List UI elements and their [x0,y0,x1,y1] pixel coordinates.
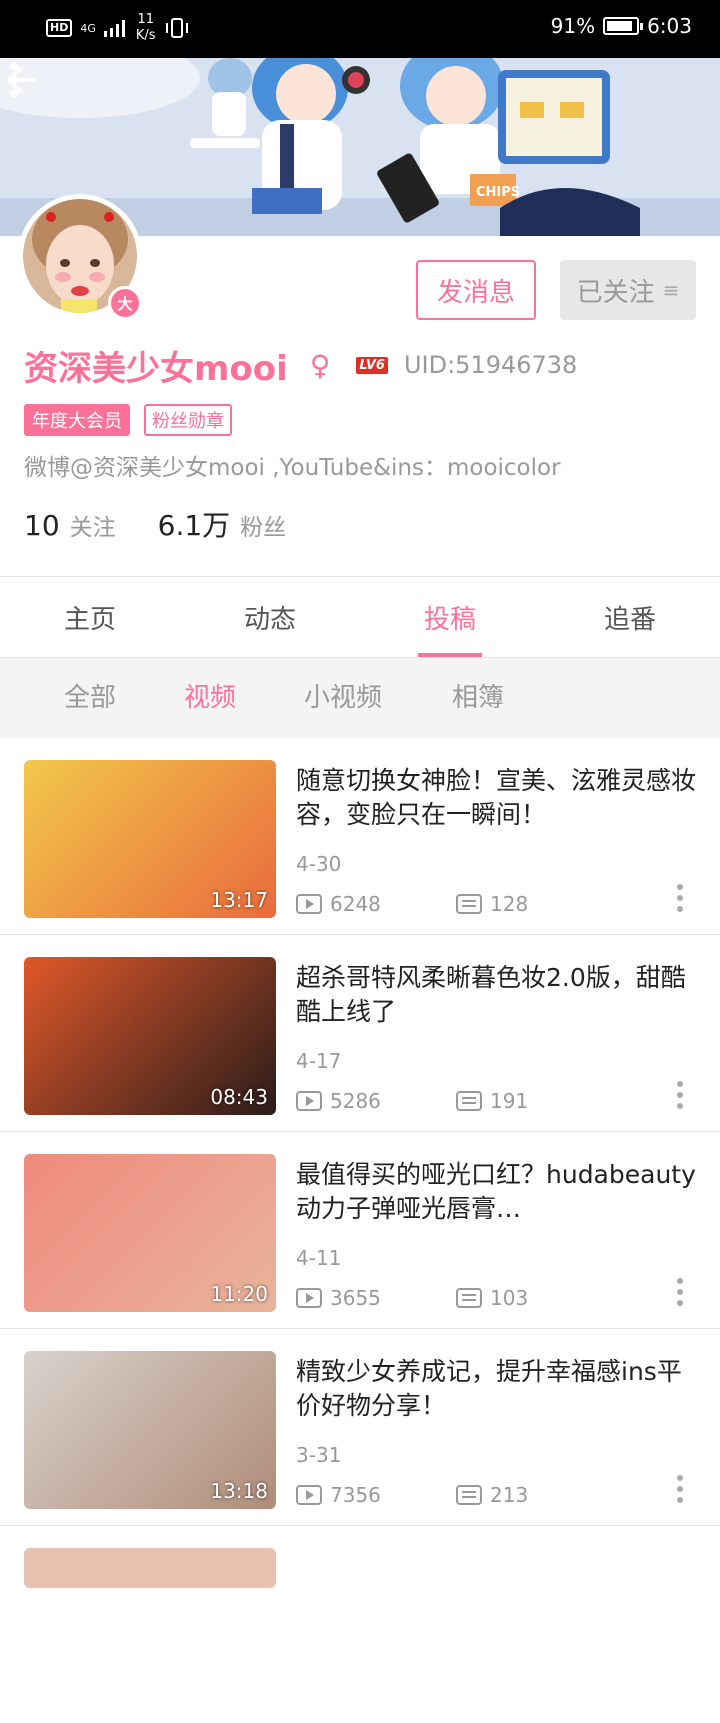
user-id: UID:51946738 [403,351,578,379]
subtab-short-videos[interactable]: 小视频 [304,658,382,738]
network-type: 4G [80,21,96,35]
play-icon [296,1485,322,1505]
tab-dynamics[interactable]: 动态 [180,577,360,657]
network-speed: 11 K/s [135,12,156,43]
video-title[interactable]: 精致少女养成记，提升幸福感ins平价好物分享！ [296,1355,696,1423]
play-icon [296,894,322,914]
vip-badge: 大 [108,286,142,320]
view-count: 7356 [296,1483,381,1507]
comment-icon [456,894,482,914]
comment-count: 128 [456,892,528,916]
comment-icon [456,1288,482,1308]
annual-vip-tag[interactable]: 年度大会员 [24,404,130,436]
level-badge: LV6 [356,356,388,374]
battery-percent: 91% [550,14,596,38]
video-date: 4-17 [296,1049,342,1073]
svg-text:CHIPS: CHIPS [476,185,520,200]
hd-badge: HD [46,19,73,37]
video-title[interactable]: 最值得买的哑光口红？hudabeauty动力子弹哑光唇膏… [296,1158,696,1226]
video-date: 4-11 [296,1246,342,1270]
list-item[interactable]: 08:43 超杀哥特风柔晰暮色妆2.0版，甜酷酷上线了 4-17 5286 19… [0,935,720,1132]
video-duration: 13:17 [210,888,268,912]
video-title[interactable]: 随意切换女神脸！宣美、泫雅灵感妆容，变脸只在一瞬间！ [296,764,696,832]
more-vertical-icon[interactable] [0,58,28,102]
more-vertical-icon[interactable] [668,1079,692,1111]
video-date: 3-31 [296,1443,342,1467]
signal-icon [103,20,125,37]
followers-label[interactable]: 粉丝 [240,508,286,542]
more-vertical-icon[interactable] [668,1276,692,1308]
subtab-all[interactable]: 全部 [64,658,116,738]
list-item[interactable]: 11:20 最值得买的哑光口红？hudabeauty动力子弹哑光唇膏… 4-11… [0,1132,720,1329]
play-icon [296,1091,322,1111]
video-thumbnail[interactable]: 08:43 [24,957,276,1115]
profile-tabs: 主页 动态 投稿 追番 [0,576,720,658]
video-duration: 08:43 [210,1085,268,1109]
send-message-button[interactable]: 发消息 [416,260,536,320]
comment-icon [456,1091,482,1111]
bio: 微博@资深美少女mooi ,YouTube&ins：mooicolor [24,455,561,481]
list-item-partial[interactable] [0,1526,720,1723]
view-count: 3655 [296,1286,381,1310]
female-icon: ♀ [309,348,331,382]
menu-icon: ≡ [662,278,680,302]
username: 资深美少女mooi [24,348,288,389]
view-count: 6248 [296,892,381,916]
subtab-albums[interactable]: 相簿 [452,658,504,738]
tab-uploads[interactable]: 投稿 [360,577,540,657]
following-label[interactable]: 关注 [70,508,116,542]
name-row: 资深美少女mooi ♀ LV6 UID:51946738 [24,342,578,389]
play-icon [296,1288,322,1308]
list-item[interactable]: 13:17 随意切换女神脸！宣美、泫雅灵感妆容，变脸只在一瞬间！ 4-30 62… [0,738,720,935]
comment-count: 191 [456,1089,528,1113]
view-count: 5286 [296,1089,381,1113]
clock: 6:03 [647,14,692,38]
stats: 10 关注 6.1万 粉丝 [24,504,286,544]
following-count[interactable]: 10 [24,509,60,542]
video-thumbnail[interactable]: 13:17 [24,760,276,918]
upload-subtabs: 全部 视频 小视频 相簿 [0,658,720,738]
fan-medal-tag[interactable]: 粉丝勋章 [144,404,232,436]
followed-button[interactable]: 已关注 ≡ [560,260,696,320]
comment-count: 213 [456,1483,528,1507]
video-duration: 13:18 [210,1479,268,1503]
video-title[interactable]: 超杀哥特风柔晰暮色妆2.0版，甜酷酷上线了 [296,961,696,1029]
tab-bangumi[interactable]: 追番 [540,577,720,657]
followers-count[interactable]: 6.1万 [158,504,231,544]
vibrate-icon [165,18,188,38]
video-thumbnail[interactable]: 13:18 [24,1351,276,1509]
subtab-videos[interactable]: 视频 [184,658,236,738]
video-thumbnail[interactable] [24,1548,276,1588]
more-vertical-icon[interactable] [668,1473,692,1505]
video-thumbnail[interactable]: 11:20 [24,1154,276,1312]
status-bar: HD 4G 11 K/s 91% 6:03 [0,0,720,58]
tab-home[interactable]: 主页 [0,577,180,657]
battery-icon [603,17,644,35]
more-vertical-icon[interactable] [668,882,692,914]
comment-count: 103 [456,1286,528,1310]
video-duration: 11:20 [210,1282,268,1306]
comment-icon [456,1485,482,1505]
tag-row: 年度大会员 粉丝勋章 [24,404,232,436]
list-item[interactable]: 13:18 精致少女养成记，提升幸福感ins平价好物分享！ 3-31 7356 … [0,1329,720,1526]
video-date: 4-30 [296,852,342,876]
followed-label: 已关注 [576,277,655,308]
